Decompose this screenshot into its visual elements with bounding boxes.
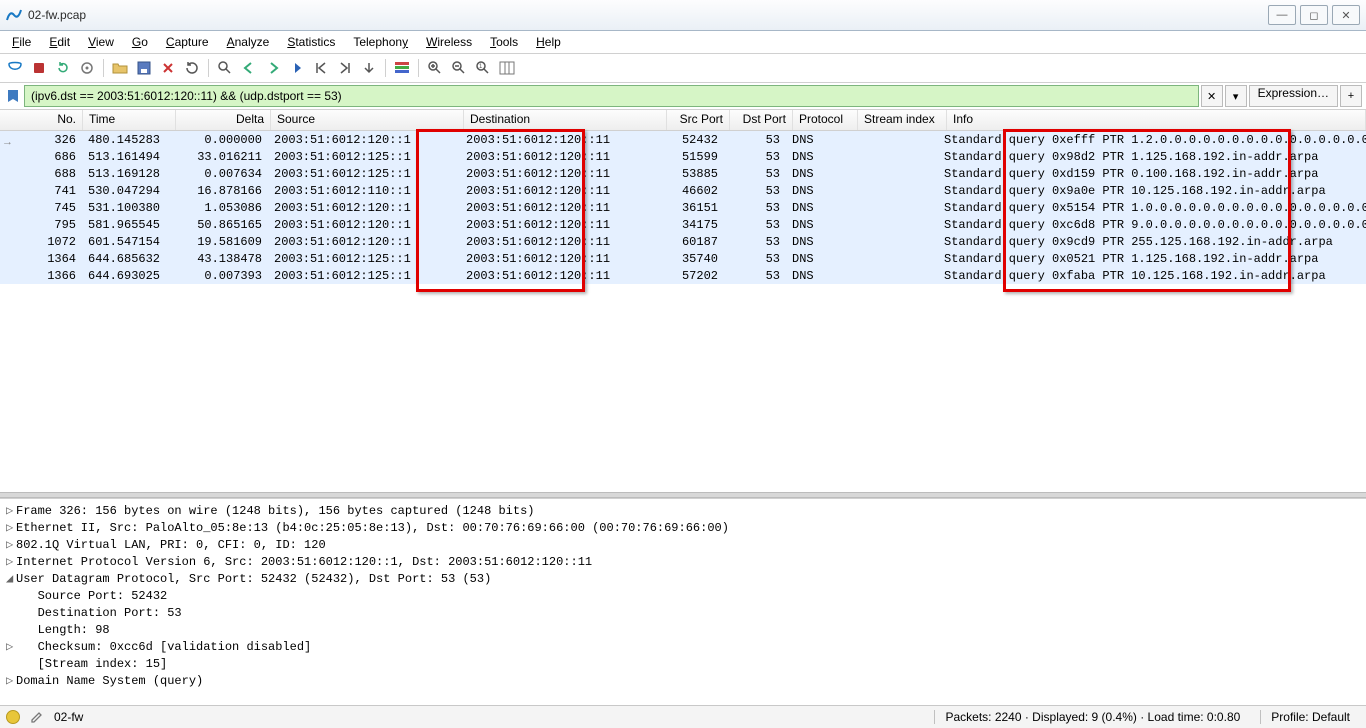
auto-scroll-icon[interactable]: [358, 57, 380, 79]
minimize-button[interactable]: —: [1268, 5, 1296, 25]
packet-list-header: No. Time Delta Source Destination Src Po…: [0, 110, 1366, 131]
main-area: No. Time Delta Source Destination Src Po…: [0, 110, 1366, 705]
start-capture-icon[interactable]: [4, 57, 26, 79]
detail-row[interactable]: ▷ Checksum: 0xcc6d [validation disabled]: [6, 639, 1360, 656]
col-time[interactable]: Time: [83, 110, 176, 130]
find-packet-icon[interactable]: [214, 57, 236, 79]
separator: [208, 59, 209, 77]
statusbar: 02-fw Packets: 2240 · Displayed: 9 (0.4%…: [0, 705, 1366, 728]
packet-row[interactable]: 795581.96554550.8651652003:51:6012:120::…: [0, 216, 1366, 233]
main-toolbar: 1: [0, 54, 1366, 83]
menu-capture[interactable]: Capture: [158, 33, 217, 51]
save-file-icon[interactable]: [133, 57, 155, 79]
titlebar: 02-fw.pcap — ◻ ✕: [0, 0, 1366, 31]
clear-filter-button[interactable]: ✕: [1201, 85, 1223, 107]
expression-button[interactable]: Expression…: [1249, 85, 1338, 107]
go-to-packet-icon[interactable]: [286, 57, 308, 79]
col-stream[interactable]: Stream index: [858, 110, 947, 130]
menu-view[interactable]: View: [80, 33, 122, 51]
detail-row[interactable]: ◢User Datagram Protocol, Src Port: 52432…: [6, 571, 1360, 588]
menu-wireless[interactable]: Wireless: [418, 33, 480, 51]
packet-row[interactable]: 688513.1691280.0076342003:51:6012:125::1…: [0, 165, 1366, 182]
detail-row[interactable]: [Stream index: 15]: [6, 656, 1360, 673]
display-filter-toolbar: ✕ ▾ Expression… +: [0, 83, 1366, 110]
zoom-out-icon[interactable]: [448, 57, 470, 79]
detail-row[interactable]: Destination Port: 53: [6, 605, 1360, 622]
col-delta[interactable]: Delta: [176, 110, 271, 130]
separator: [103, 59, 104, 77]
status-file-label: 02-fw: [54, 710, 83, 724]
col-sport[interactable]: Src Port: [667, 110, 730, 130]
status-packet-stats: Packets: 2240 · Displayed: 9 (0.4%) · Lo…: [934, 710, 1250, 724]
detail-row[interactable]: ▷Frame 326: 156 bytes on wire (1248 bits…: [6, 503, 1360, 520]
packet-row[interactable]: 1366644.6930250.0073932003:51:6012:125::…: [0, 267, 1366, 284]
expert-info-icon[interactable]: [6, 710, 20, 724]
detail-row[interactable]: ▷Ethernet II, Src: PaloAlto_05:8e:13 (b4…: [6, 520, 1360, 537]
colorize-icon[interactable]: [391, 57, 413, 79]
menubar: File Edit View Go Capture Analyze Statis…: [0, 31, 1366, 54]
menu-analyze[interactable]: Analyze: [219, 33, 278, 51]
window-title: 02-fw.pcap: [28, 8, 1268, 22]
edit-capture-comment-icon[interactable]: [30, 710, 44, 724]
reload-icon[interactable]: [181, 57, 203, 79]
menu-edit[interactable]: Edit: [41, 33, 78, 51]
zoom-reset-icon[interactable]: 1: [472, 57, 494, 79]
window-controls: — ◻ ✕: [1268, 5, 1360, 25]
maximize-button[interactable]: ◻: [1300, 5, 1328, 25]
col-source[interactable]: Source: [271, 110, 464, 130]
col-dport[interactable]: Dst Port: [730, 110, 793, 130]
packet-row[interactable]: 1364644.68563243.1384782003:51:6012:125:…: [0, 250, 1366, 267]
col-info[interactable]: Info: [947, 110, 1366, 130]
col-no[interactable]: No.: [0, 110, 83, 130]
go-back-icon[interactable]: [238, 57, 260, 79]
col-proto[interactable]: Protocol: [793, 110, 858, 130]
bookmark-filter-icon[interactable]: [4, 87, 22, 105]
packet-list-body[interactable]: 326480.1452830.0000002003:51:6012:120::1…: [0, 131, 1366, 284]
capture-options-icon[interactable]: [76, 57, 98, 79]
go-forward-icon[interactable]: [262, 57, 284, 79]
col-dest[interactable]: Destination: [464, 110, 667, 130]
packet-row[interactable]: 326480.1452830.0000002003:51:6012:120::1…: [0, 131, 1366, 148]
go-last-icon[interactable]: [334, 57, 356, 79]
restart-capture-icon[interactable]: [52, 57, 74, 79]
display-filter-input[interactable]: [24, 85, 1199, 107]
packet-list-pane[interactable]: No. Time Delta Source Destination Src Po…: [0, 110, 1366, 492]
packet-row[interactable]: 1072601.54715419.5816092003:51:6012:120:…: [0, 233, 1366, 250]
detail-row[interactable]: Source Port: 52432: [6, 588, 1360, 605]
menu-tools[interactable]: Tools: [482, 33, 526, 51]
menu-help[interactable]: Help: [528, 33, 569, 51]
status-profile[interactable]: Profile: Default: [1260, 710, 1360, 724]
app-window: 02-fw.pcap — ◻ ✕ File Edit View Go Captu…: [0, 0, 1366, 728]
detail-row[interactable]: ▷802.1Q Virtual LAN, PRI: 0, CFI: 0, ID:…: [6, 537, 1360, 554]
resize-columns-icon[interactable]: [496, 57, 518, 79]
menu-telephony[interactable]: Telephony: [345, 33, 416, 51]
separator: [418, 59, 419, 77]
wireshark-icon: [6, 7, 22, 23]
close-file-icon[interactable]: [157, 57, 179, 79]
current-packet-arrow-icon: →: [2, 136, 13, 148]
detail-row[interactable]: ▷Internet Protocol Version 6, Src: 2003:…: [6, 554, 1360, 571]
packet-details-pane[interactable]: ▷Frame 326: 156 bytes on wire (1248 bits…: [0, 498, 1366, 705]
menu-go[interactable]: Go: [124, 33, 156, 51]
menu-statistics[interactable]: Statistics: [279, 33, 343, 51]
add-filter-button[interactable]: +: [1340, 85, 1362, 107]
go-first-icon[interactable]: [310, 57, 332, 79]
separator: [385, 59, 386, 77]
stop-capture-icon[interactable]: [28, 57, 50, 79]
close-button[interactable]: ✕: [1332, 5, 1360, 25]
menu-file[interactable]: File: [4, 33, 39, 51]
apply-filter-dropdown[interactable]: ▾: [1225, 85, 1247, 107]
zoom-in-icon[interactable]: [424, 57, 446, 79]
packet-row[interactable]: 686513.16149433.0162112003:51:6012:125::…: [0, 148, 1366, 165]
detail-row[interactable]: Length: 98: [6, 622, 1360, 639]
packet-row[interactable]: 745531.1003801.0530862003:51:6012:120::1…: [0, 199, 1366, 216]
open-file-icon[interactable]: [109, 57, 131, 79]
detail-row[interactable]: ▷Domain Name System (query): [6, 673, 1360, 690]
packet-row[interactable]: 741530.04729416.8781662003:51:6012:110::…: [0, 182, 1366, 199]
